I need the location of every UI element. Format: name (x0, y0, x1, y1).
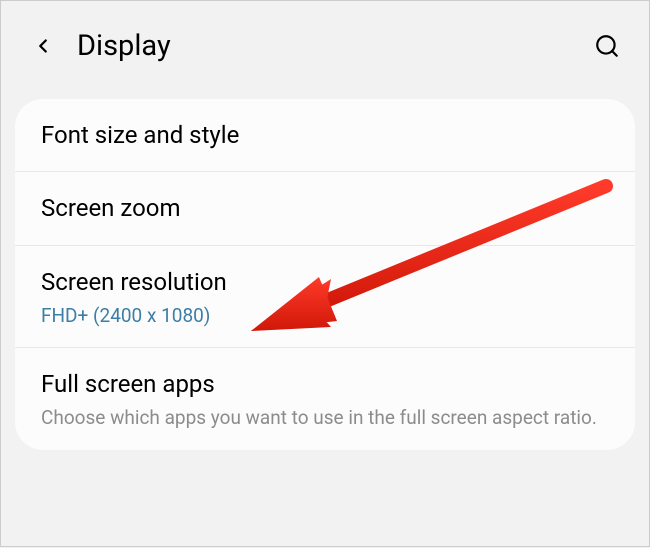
item-title: Font size and style (41, 119, 609, 151)
settings-card: Font size and style Screen zoom Screen r… (15, 99, 635, 450)
item-full-screen-apps[interactable]: Full screen apps Choose which apps you w… (15, 348, 635, 450)
back-button[interactable] (25, 28, 61, 64)
chevron-left-icon (32, 35, 54, 57)
header-bar: Display (1, 1, 649, 91)
search-icon (594, 33, 620, 59)
page-title: Display (77, 29, 589, 63)
item-screen-resolution[interactable]: Screen resolution FHD+ (2400 x 1080) (15, 246, 635, 348)
item-title: Screen zoom (41, 192, 609, 224)
item-title: Full screen apps (41, 368, 609, 400)
item-subtext: FHD+ (2400 x 1080) (41, 304, 609, 327)
search-button[interactable] (589, 28, 625, 64)
item-title: Screen resolution (41, 266, 609, 298)
item-font-size-and-style[interactable]: Font size and style (15, 99, 635, 172)
item-screen-zoom[interactable]: Screen zoom (15, 172, 635, 245)
item-description: Choose which apps you want to use in the… (41, 405, 609, 431)
